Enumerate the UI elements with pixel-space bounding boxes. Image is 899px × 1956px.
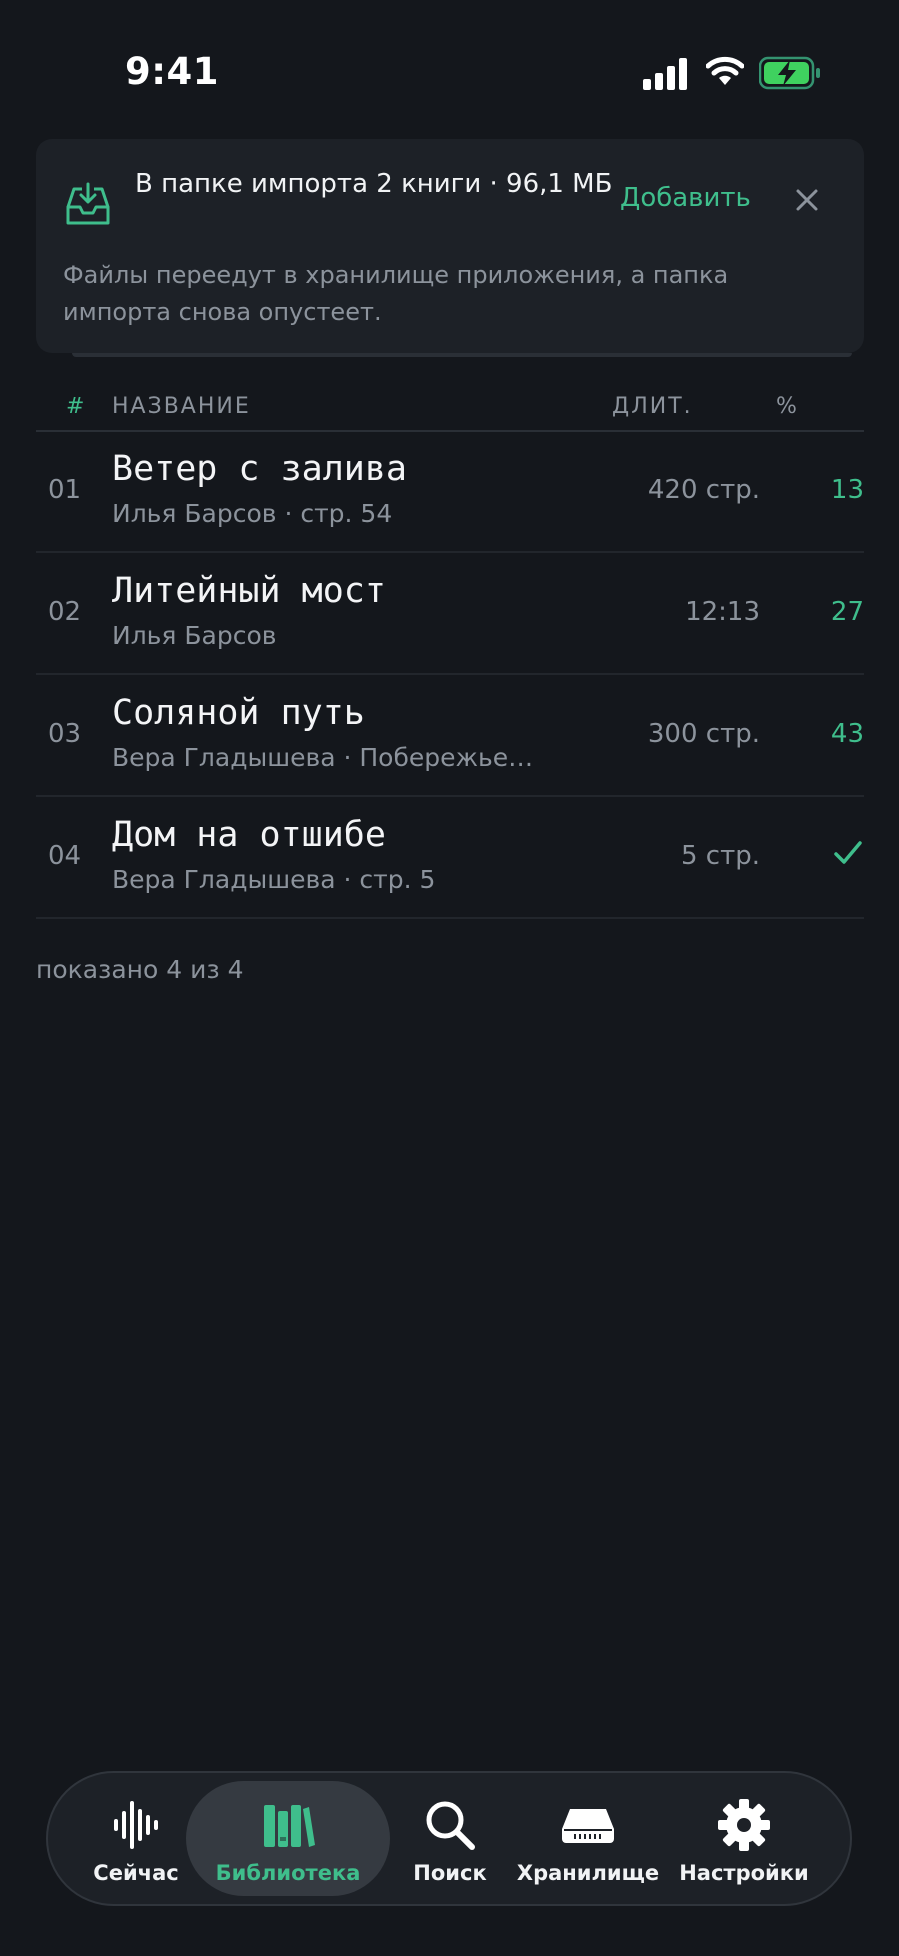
gear-icon (718, 1799, 770, 1851)
tab-label: Поиск (413, 1861, 487, 1885)
books-icon (264, 1805, 315, 1847)
book-duration: 420 стр. (647, 475, 760, 505)
header-duration[interactable]: ДЛИТ. (612, 394, 693, 419)
book-list: 01 Ветер с залива Илья Барсов · стр. 54 … (36, 431, 864, 919)
close-icon[interactable] (790, 183, 824, 217)
tab-settings[interactable]: Настройки (674, 1773, 814, 1904)
book-title: Соляной путь (112, 693, 365, 733)
book-duration: 12:13 (685, 597, 760, 627)
table-row[interactable]: 03 Соляной путь Вера Гладышева · Побереж… (36, 675, 864, 797)
book-percent: 43 (830, 719, 864, 749)
row-number: 04 (48, 841, 82, 871)
check-icon (834, 841, 862, 864)
book-title: Литейный мост (112, 571, 386, 611)
tab-search[interactable]: Поиск (396, 1773, 504, 1904)
header-percent[interactable]: % (776, 394, 797, 419)
banner-description: Файлы переедут в хранилище приложения, а… (63, 261, 729, 326)
tab-label: Настройки (679, 1861, 809, 1885)
search-icon (426, 1801, 475, 1850)
items-count: показано 4 из 4 (36, 955, 244, 984)
tab-label: Хранилище (516, 1861, 660, 1885)
table-row[interactable]: 04 Дом на отшибе Вера Гладышева · стр. 5… (36, 797, 864, 919)
tab-storage[interactable]: Хранилище (508, 1773, 668, 1904)
book-duration: 300 стр. (647, 719, 760, 749)
book-duration: 5 стр. (680, 841, 760, 871)
import-banner: В папке импорта 2 книги · 96,1 МБ Добави… (36, 139, 864, 353)
table-header: # НАЗВАНИЕ ДЛИТ. % (36, 388, 864, 432)
wifi-icon (706, 56, 744, 85)
banner-title: В папке импорта 2 книги · 96,1 МБ (135, 169, 613, 199)
tab-library[interactable]: Библиотека (186, 1773, 390, 1904)
book-subtitle: Вера Гладышева · Побережье… (112, 743, 534, 772)
status-bar: 9:41 (0, 0, 899, 140)
row-number: 03 (48, 719, 82, 749)
tab-bar: Сейчас Библиотека Поиск Хранилище Настро… (46, 1771, 852, 1906)
battery-charging-icon (759, 56, 820, 90)
cellular-signal-icon (643, 58, 687, 90)
header-name[interactable]: НАЗВАНИЕ (112, 394, 251, 419)
row-number: 01 (48, 475, 82, 505)
book-percent: 13 (830, 475, 864, 505)
table-row[interactable]: 01 Ветер с залива Илья Барсов · стр. 54 … (36, 431, 864, 553)
tab-now[interactable]: Сейчас (78, 1773, 194, 1904)
book-subtitle: Илья Барсов · стр. 54 (112, 499, 393, 528)
waveform-icon (114, 1801, 158, 1849)
tab-label: Сейчас (93, 1861, 179, 1885)
row-number: 02 (48, 597, 82, 627)
status-time: 9:41 (125, 50, 220, 93)
book-title: Ветер с залива (112, 449, 408, 489)
add-button[interactable]: Добавить (620, 183, 751, 213)
book-title: Дом на отшибе (112, 815, 386, 855)
storage-drive-icon (562, 1809, 614, 1843)
book-percent: 27 (830, 597, 864, 627)
inbox-download-icon (66, 182, 110, 225)
header-number: # (66, 394, 85, 419)
book-subtitle: Илья Барсов (112, 621, 277, 650)
tab-label: Библиотека (215, 1861, 361, 1885)
book-subtitle: Вера Гладышева · стр. 5 (112, 865, 436, 894)
table-row[interactable]: 02 Литейный мост Илья Барсов 12:13 27 (36, 553, 864, 675)
banner-shadow (72, 353, 852, 357)
